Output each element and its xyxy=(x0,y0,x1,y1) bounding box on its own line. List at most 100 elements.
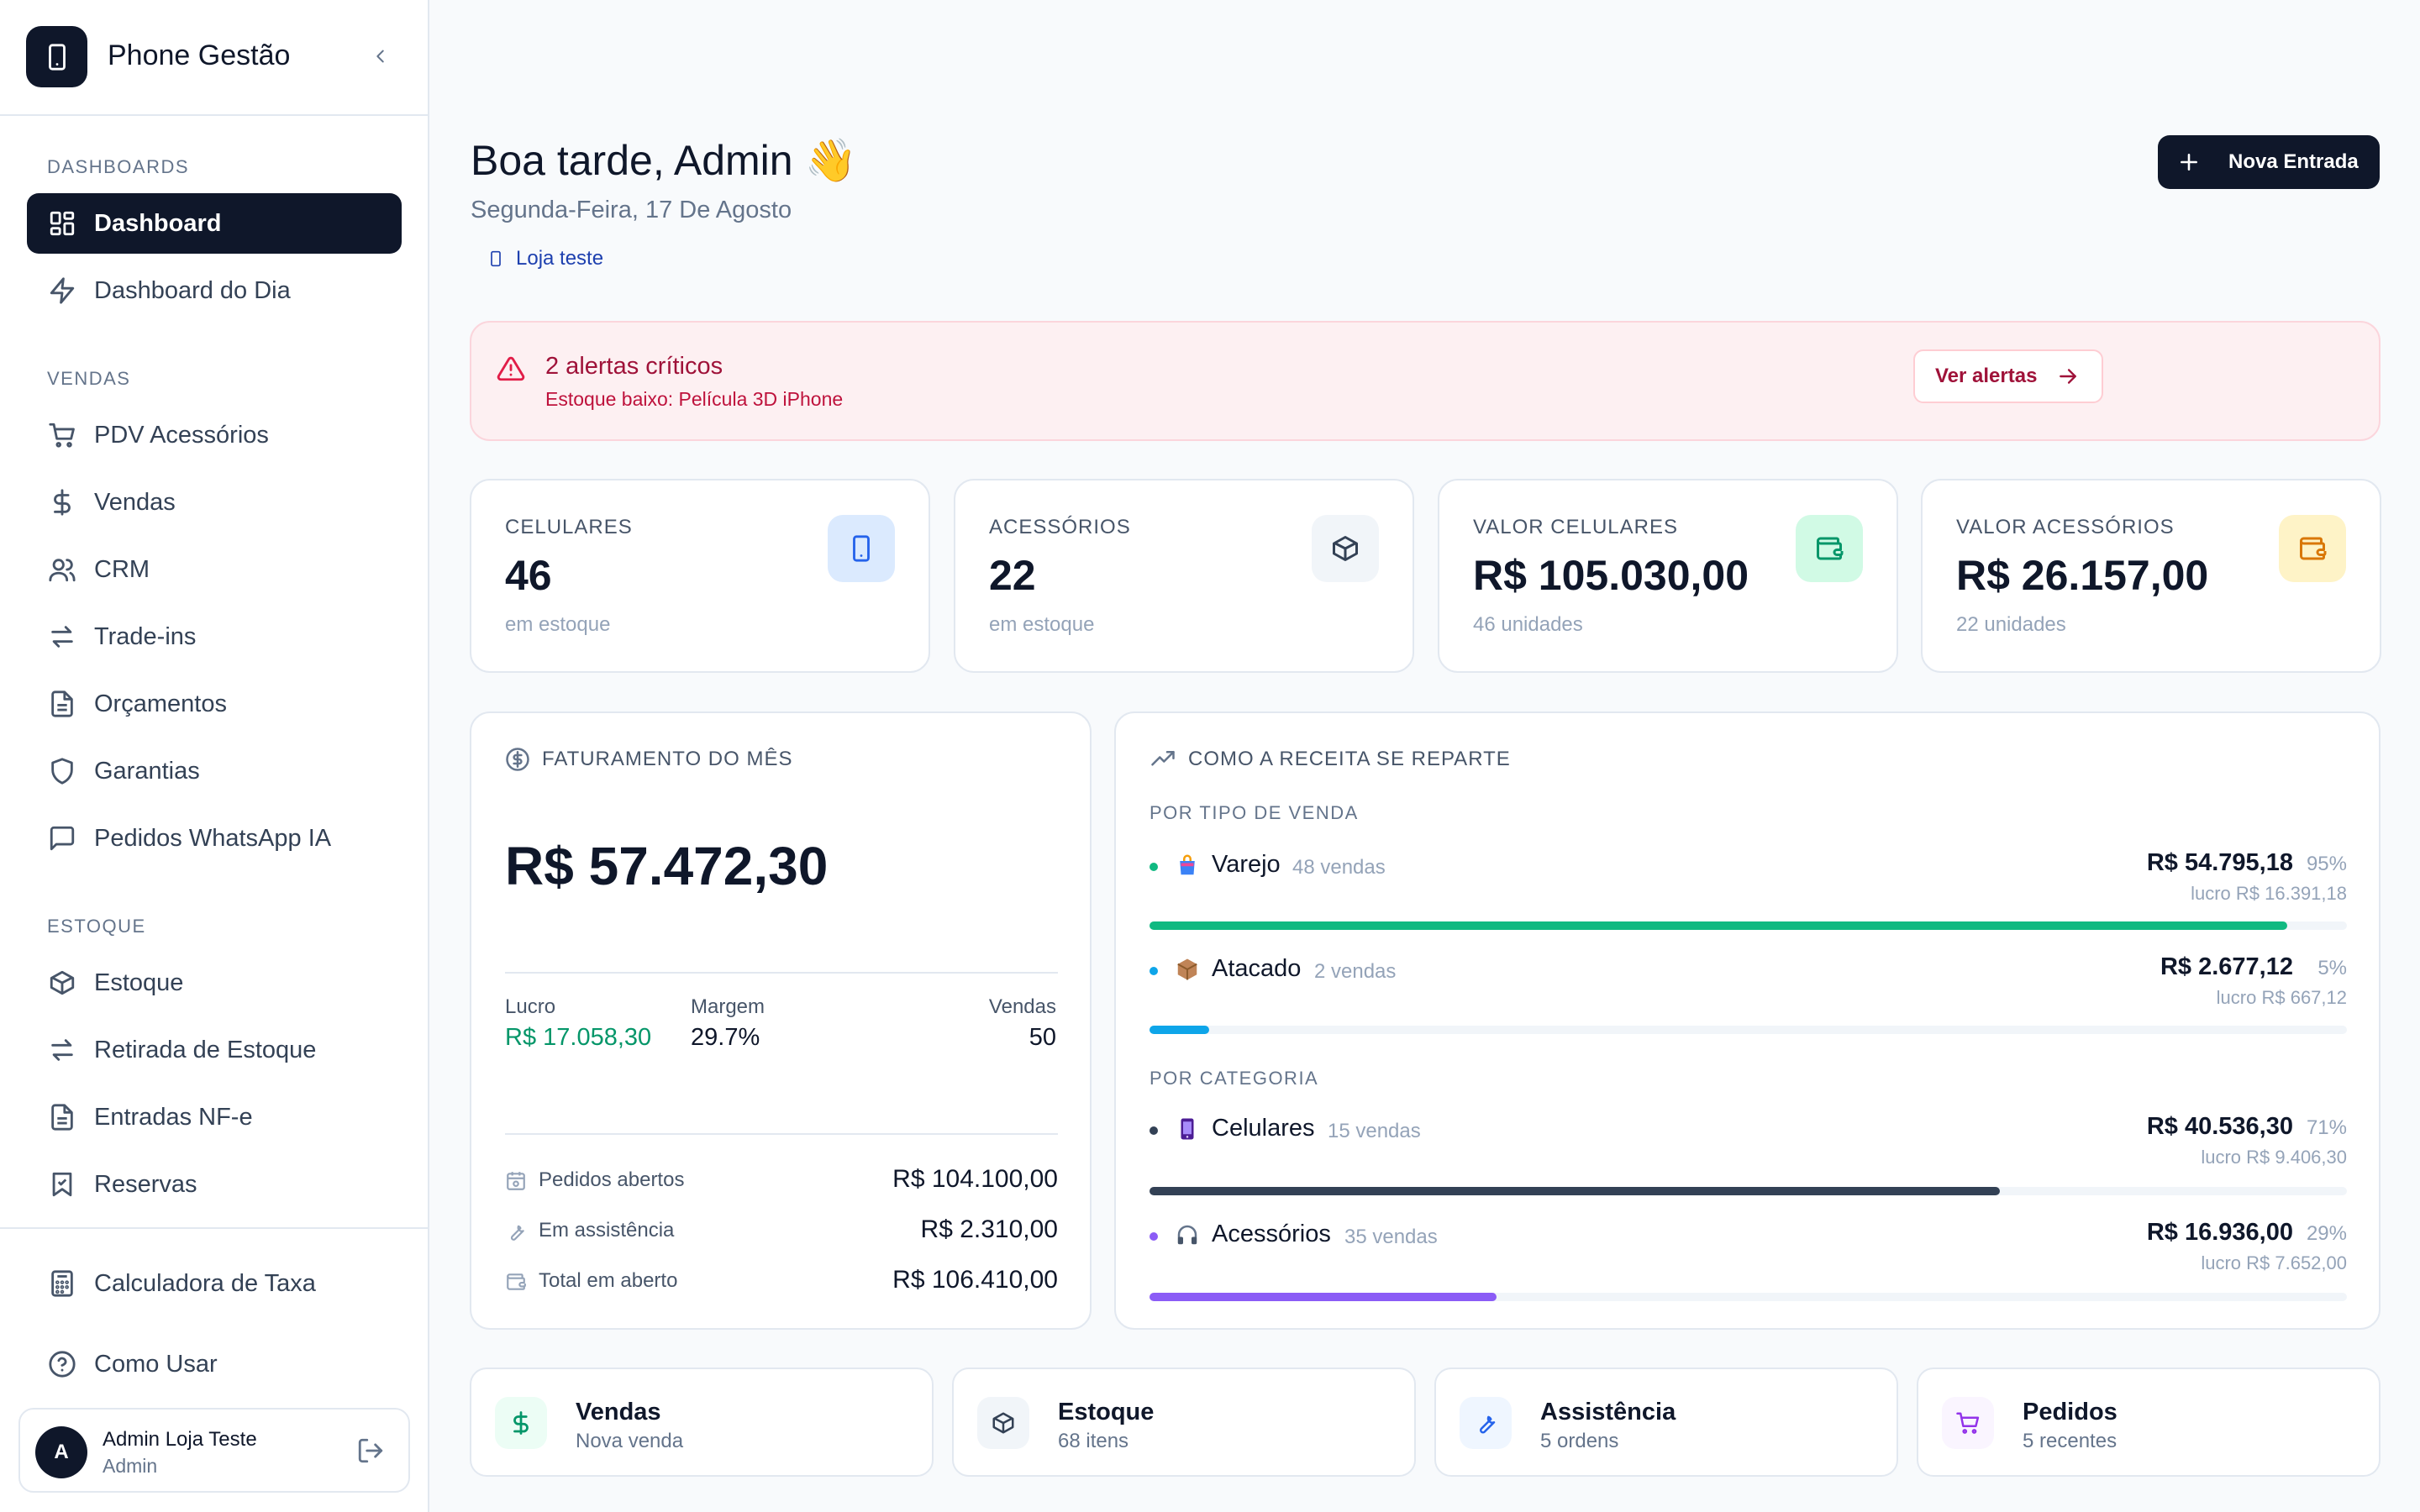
lucro-value: R$ 17.058,30 xyxy=(505,1024,652,1051)
phone-icon xyxy=(828,515,895,582)
sidebar-item-orcamentos[interactable]: Orçamentos xyxy=(27,674,402,734)
users-icon xyxy=(47,554,77,585)
revenue-lucro: lucro R$ 7.652,00 xyxy=(2201,1252,2347,1273)
revenue-row-atacado: Atacado 2 vendas R$ 2.677,12 5% lucro R$… xyxy=(1150,953,2347,1037)
sidebar-item-trade-ins[interactable]: Trade-ins xyxy=(27,606,402,667)
revenue-name: Atacado xyxy=(1212,955,1302,982)
sidebar-item-reservas[interactable]: Reservas xyxy=(27,1154,402,1215)
row-value: R$ 106.410,00 xyxy=(892,1266,1058,1294)
store-selector[interactable]: Loja teste xyxy=(487,247,603,270)
stat-label: ACESSÓRIOS xyxy=(989,516,1131,538)
stat-card-acessorios[interactable]: ACESSÓRIOS 22 em estoque xyxy=(954,479,1414,673)
dollar-icon xyxy=(47,487,77,517)
warning-icon xyxy=(497,354,525,383)
quick-action-title: Assistência xyxy=(1540,1399,1676,1425)
sidebar-item-estoque[interactable]: Estoque xyxy=(27,953,402,1013)
divider xyxy=(505,1133,1058,1135)
sidebar-item-label: Calculadora de Taxa xyxy=(94,1269,316,1297)
plus-icon xyxy=(2178,151,2200,173)
quick-action-vendas[interactable]: Vendas Nova venda xyxy=(470,1368,934,1477)
sidebar-item-label: Pedidos WhatsApp IA xyxy=(94,824,332,852)
sidebar-item-como-usar[interactable]: Como Usar xyxy=(27,1334,402,1394)
sidebar-item-label: Trade-ins xyxy=(94,622,197,650)
stat-value: R$ 105.030,00 xyxy=(1473,552,1749,599)
sidebar-item-calculadora[interactable]: Calculadora de Taxa xyxy=(27,1253,402,1314)
wrench-icon xyxy=(505,1221,527,1242)
faturamento-total: R$ 57.472,30 xyxy=(505,836,829,896)
ver-alertas-button[interactable]: Ver alertas xyxy=(1913,349,2103,403)
revenue-row-acessorios: Acessórios 35 vendas R$ 16.936,00 29% lu… xyxy=(1150,1219,2347,1303)
stat-label: CELULARES xyxy=(505,516,633,538)
user-name: Admin Loja Teste xyxy=(103,1428,257,1451)
headphones-icon xyxy=(1175,1222,1200,1247)
wallet-icon xyxy=(505,1271,527,1293)
dollar-circle-icon xyxy=(505,747,530,772)
shopping-bag-icon xyxy=(1175,853,1200,878)
box-icon xyxy=(47,968,77,998)
margem-label: Margem xyxy=(691,995,765,1018)
brand-name: Phone Gestão xyxy=(108,39,291,71)
sidebar-item-dashboard[interactable]: Dashboard xyxy=(27,193,402,254)
series-dot xyxy=(1150,1126,1158,1135)
revenue-pct: 5% xyxy=(2317,957,2347,979)
arrow-right-icon xyxy=(2057,365,2079,387)
sidebar-item-dashboard-do-dia[interactable]: Dashboard do Dia xyxy=(27,260,402,321)
row-value: R$ 104.100,00 xyxy=(892,1165,1058,1193)
sidebar-item-entradas-nfe[interactable]: Entradas NF-e xyxy=(27,1087,402,1147)
stat-value: R$ 26.157,00 xyxy=(1956,552,2209,599)
stat-label: VALOR ACESSÓRIOS xyxy=(1956,516,2175,538)
revenue-lucro: lucro R$ 667,12 xyxy=(2216,987,2347,1008)
message-icon xyxy=(47,823,77,853)
user-role: Admin xyxy=(103,1455,158,1477)
stat-card-valor-celulares[interactable]: VALOR CELULARES R$ 105.030,00 46 unidade… xyxy=(1438,479,1898,673)
stat-card-valor-acessorios[interactable]: VALOR ACESSÓRIOS R$ 26.157,00 22 unidade… xyxy=(1921,479,2381,673)
quick-action-sub: Nova venda xyxy=(576,1430,684,1452)
revenue-header: COMO A RECEITA SE REPARTE xyxy=(1150,747,1511,772)
cart-icon xyxy=(1942,1397,1994,1449)
sidebar-item-pdv-acessorios[interactable]: PDV Acessórios xyxy=(27,405,402,465)
sidebar-item-label: Entradas NF-e xyxy=(94,1103,253,1131)
sidebar-item-label: Garantias xyxy=(94,757,200,785)
user-card[interactable]: A Admin Loja Teste Admin xyxy=(18,1408,410,1493)
bolt-icon xyxy=(47,276,77,306)
sidebar-item-pedidos-whatsapp[interactable]: Pedidos WhatsApp IA xyxy=(27,808,402,869)
alert-message: Estoque baixo: Película 3D iPhone xyxy=(545,388,844,410)
critical-alert-banner: 2 alertas críticos Estoque baixo: Pelícu… xyxy=(470,321,2381,441)
section-dashboards: DASHBOARDS xyxy=(47,156,190,177)
revenue-bar-fill xyxy=(1150,1293,1497,1301)
sidebar-item-garantias[interactable]: Garantias xyxy=(27,741,402,801)
quick-action-pedidos[interactable]: Pedidos 5 recentes xyxy=(1917,1368,2381,1477)
por-categoria-heading: POR CATEGORIA xyxy=(1150,1068,1319,1089)
phone-icon xyxy=(1175,1116,1200,1142)
app: Phone Gestão DASHBOARDS Dashboard Dashbo… xyxy=(0,0,2420,1512)
series-dot xyxy=(1150,1232,1158,1241)
row-label: Total em aberto xyxy=(539,1269,678,1292)
nova-entrada-button[interactable]: Nova Entrada xyxy=(2158,135,2380,189)
quick-action-estoque[interactable]: Estoque 68 itens xyxy=(952,1368,1416,1477)
revenue-name: Celulares xyxy=(1212,1115,1315,1142)
logout-icon[interactable] xyxy=(356,1436,387,1467)
stat-sub: em estoque xyxy=(989,613,1095,636)
chevron-left-icon[interactable] xyxy=(366,42,395,71)
sidebar-item-vendas[interactable]: Vendas xyxy=(27,472,402,533)
pedidos-abertos-row: Pedidos abertos R$ 104.100,00 xyxy=(505,1163,1058,1197)
sidebar-item-label: PDV Acessórios xyxy=(94,421,269,449)
revenue-name: Acessórios xyxy=(1212,1221,1331,1247)
quick-action-title: Vendas xyxy=(576,1399,661,1425)
sidebar-item-label: Reservas xyxy=(94,1170,197,1198)
quick-action-sub: 5 ordens xyxy=(1540,1430,1619,1452)
sidebar-item-label: Orçamentos xyxy=(94,690,227,717)
shield-icon xyxy=(47,756,77,786)
row-value: R$ 2.310,00 xyxy=(920,1215,1058,1243)
sidebar-item-retirada-estoque[interactable]: Retirada de Estoque xyxy=(27,1020,402,1080)
calendar-icon xyxy=(505,1170,527,1192)
por-tipo-heading: POR TIPO DE VENDA xyxy=(1150,802,1359,823)
sidebar-divider xyxy=(0,1227,428,1229)
stat-card-celulares[interactable]: CELULARES 46 em estoque xyxy=(470,479,930,673)
stat-sub: em estoque xyxy=(505,613,611,636)
current-date: Segunda-Feira, 17 De Agosto xyxy=(471,197,792,223)
quick-action-assistencia[interactable]: Assistência 5 ordens xyxy=(1434,1368,1898,1477)
sidebar-item-crm[interactable]: CRM xyxy=(27,539,402,600)
nova-entrada-label: Nova Entrada xyxy=(2228,150,2359,173)
sidebar-item-label: Vendas xyxy=(94,488,176,516)
